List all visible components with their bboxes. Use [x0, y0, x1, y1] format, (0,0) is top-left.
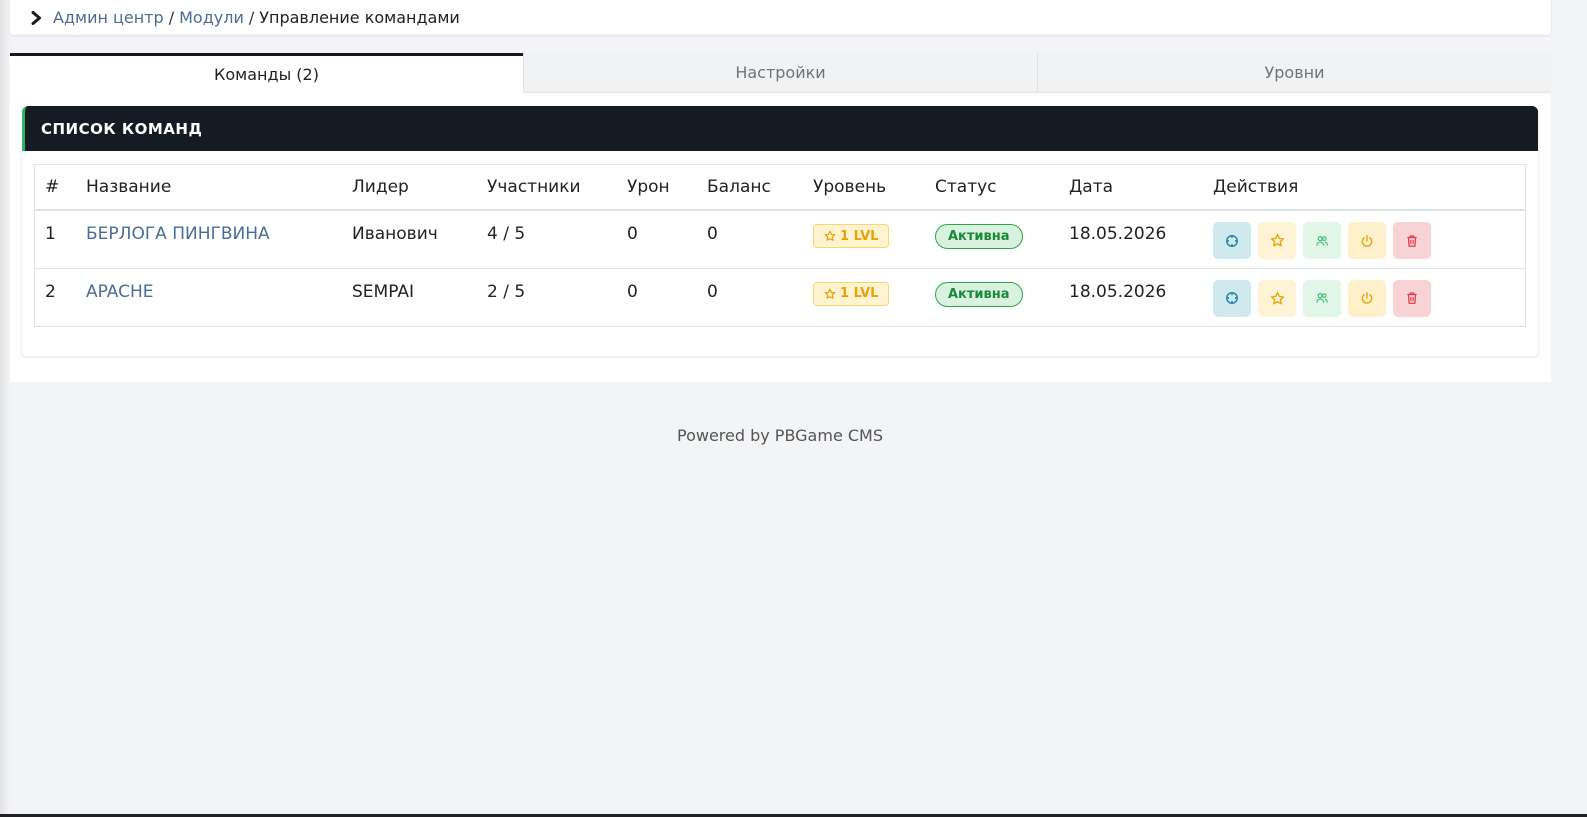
team-info-button[interactable]: [1213, 222, 1251, 259]
team-info-button[interactable]: [1213, 279, 1251, 317]
team-members: 2 / 5: [487, 281, 526, 302]
row-actions: [1213, 222, 1515, 259]
column-header: Лидер: [342, 165, 477, 211]
star-icon: [824, 288, 836, 299]
tab-levels[interactable]: Уровни: [1037, 53, 1551, 93]
level-badge-text: 1 LVL: [840, 286, 879, 301]
star-icon: [1270, 233, 1284, 247]
status-badge: Активна: [935, 281, 1023, 307]
chevron-right-icon: [31, 10, 43, 25]
power-icon: [1361, 292, 1373, 304]
column-header: #: [35, 165, 76, 211]
column-header: Баланс: [697, 165, 803, 211]
column-header: Название: [76, 165, 342, 211]
team-toggle-button[interactable]: [1348, 279, 1386, 317]
team-damage: 0: [627, 224, 638, 244]
team-name-link[interactable]: БЕРЛОГА ПИНГВИНА: [86, 224, 270, 244]
tab-bar: Команды (2) Настройки Уровни: [10, 53, 1551, 93]
team-toggle-button[interactable]: [1348, 222, 1386, 259]
left-shade: [0, 0, 10, 817]
team-date: 18.05.2026: [1069, 281, 1167, 302]
team-star-button[interactable]: [1258, 222, 1296, 259]
team-delete-button[interactable]: [1393, 222, 1431, 259]
star-icon: [1270, 291, 1284, 304]
row-number: 2: [45, 281, 56, 302]
footer-powered-by: Powered by PBGame CMS: [676, 426, 883, 445]
tab-teams[interactable]: Команды (2): [10, 53, 523, 93]
team-leader: Иванович: [352, 224, 438, 244]
teams-table-wrapper: # Название Лидер Участники Урон Баланс У…: [34, 164, 1526, 327]
card-title: СПИСОК КОМАНД: [41, 119, 203, 138]
row-actions: [1213, 279, 1515, 317]
trash-icon: [1407, 234, 1417, 247]
breadcrumb-link-admin[interactable]: Админ центр: [53, 8, 164, 27]
team-members: 4 / 5: [487, 224, 526, 244]
breadcrumb-separator: /: [168, 8, 175, 27]
members-icon: [1316, 293, 1328, 303]
card-header: СПИСОК КОМАНД: [22, 106, 1538, 151]
info-icon: [1226, 292, 1238, 304]
column-header: Урон: [617, 165, 697, 211]
level-badge: 1 LVL: [813, 224, 890, 248]
power-icon: [1361, 234, 1373, 247]
column-header: Статус: [925, 165, 1059, 211]
table-header-row: # Название Лидер Участники Урон Баланс У…: [35, 165, 1525, 211]
team-members-button[interactable]: [1303, 222, 1341, 259]
team-star-button[interactable]: [1258, 279, 1296, 317]
info-icon: [1226, 234, 1238, 247]
breadcrumb: Админ центр / Модули / Управление команд…: [10, 0, 1551, 35]
column-header: Уровень: [803, 165, 925, 211]
team-balance: 0: [707, 281, 718, 302]
team-date: 18.05.2026: [1069, 224, 1167, 244]
status-badge: Активна: [935, 224, 1023, 249]
team-name-link[interactable]: APACHE: [86, 282, 154, 302]
team-members-button[interactable]: [1303, 279, 1341, 317]
star-icon: [824, 230, 836, 241]
team-leader: SEMPAI: [352, 281, 415, 302]
breadcrumb-separator: /: [248, 8, 255, 27]
column-header: Участники: [477, 165, 617, 211]
table-row: 2 APACHE SEMPAI 2 / 5 0 0 1 LVL Активна: [35, 268, 1525, 326]
teams-table: # Название Лидер Участники Урон Баланс У…: [35, 165, 1525, 326]
table-row: 1 БЕРЛОГА ПИНГВИНА Иванович 4 / 5 0 0 1 …: [35, 210, 1525, 268]
team-delete-button[interactable]: [1393, 279, 1431, 317]
row-number: 1: [45, 224, 56, 244]
trash-icon: [1407, 292, 1417, 304]
tab-settings[interactable]: Настройки: [523, 53, 1037, 93]
level-badge-text: 1 LVL: [840, 228, 879, 244]
main-content: Команды (2) Настройки Уровни СПИСОК КОМА…: [10, 53, 1551, 382]
teams-card: СПИСОК КОМАНД # Название Лидер Участники…: [22, 106, 1538, 356]
breadcrumb-link-modules[interactable]: Модули: [179, 8, 244, 27]
level-badge: 1 LVL: [813, 281, 890, 306]
column-header: Дата: [1059, 165, 1203, 211]
breadcrumb-current: Управление командами: [259, 8, 460, 27]
team-damage: 0: [627, 281, 638, 302]
column-header: Действия: [1203, 165, 1525, 211]
members-icon: [1316, 235, 1328, 246]
team-balance: 0: [707, 224, 718, 244]
